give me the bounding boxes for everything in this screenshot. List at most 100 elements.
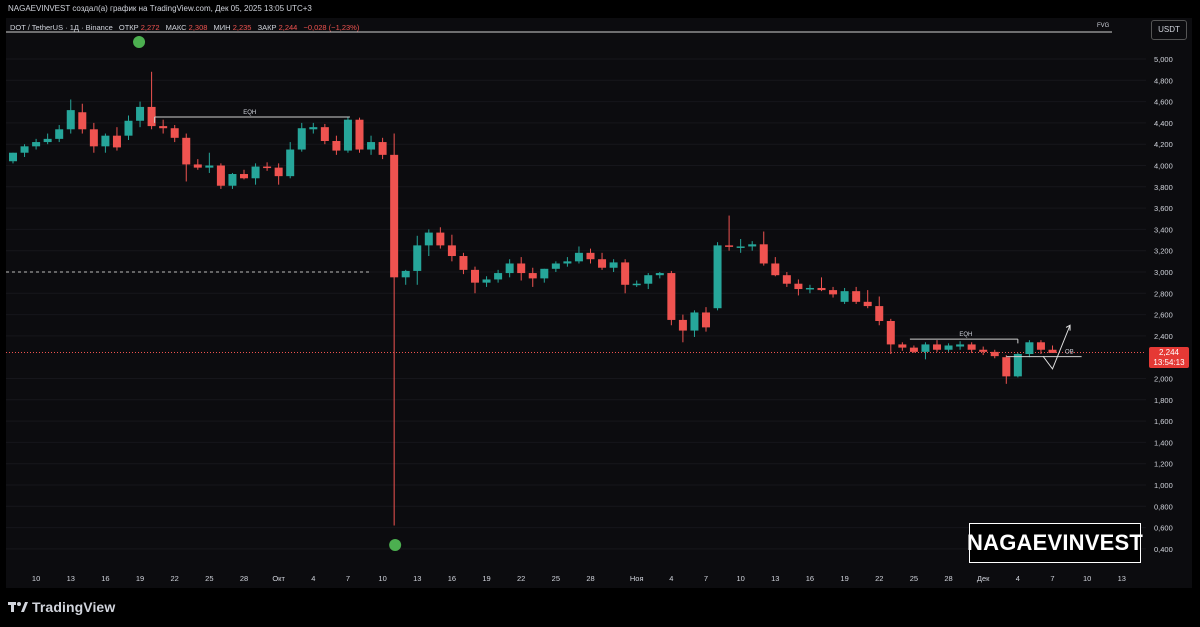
candle-body	[713, 245, 722, 309]
signal-dot-bottom	[389, 539, 402, 551]
candle-body	[205, 165, 214, 168]
open-value: 2,272	[141, 23, 160, 32]
close-value: 2,244	[279, 23, 298, 32]
low-label: МИН	[214, 23, 231, 32]
candle-body	[459, 256, 468, 270]
candle-body	[263, 166, 272, 169]
price-tick-label: 4,600	[1154, 98, 1173, 107]
time-tick-label: 10	[378, 574, 386, 583]
candle-body	[540, 268, 549, 279]
price-tick-label: 0,400	[1154, 545, 1173, 554]
time-tick-label: 7	[704, 574, 708, 583]
price-tick-label: 1,200	[1154, 460, 1173, 469]
price-tick-label: 4,800	[1154, 76, 1173, 85]
candle-body	[829, 290, 838, 295]
high-value: 2,308	[189, 23, 208, 32]
candle-body	[390, 154, 399, 278]
candle-body	[1048, 349, 1057, 353]
candle-body	[817, 287, 826, 291]
candle-body	[251, 166, 260, 179]
time-tick-label: 25	[205, 574, 213, 583]
candle-body	[20, 146, 29, 153]
candle-body	[193, 164, 202, 168]
candle-body	[956, 344, 965, 347]
annotations: EQH EQH OB FVG	[133, 23, 1110, 551]
candle-body	[898, 344, 907, 348]
price-tick-label: 2,600	[1154, 311, 1173, 320]
time-tick-label: Окт	[272, 574, 285, 583]
candle-body	[967, 344, 976, 350]
symbol-info-line[interactable]: DOT / TetherUS · 1Д · Binance ОТКР 2,272…	[10, 23, 360, 32]
time-tick-label: 4	[311, 574, 315, 583]
currency-selector[interactable]: USDT	[1151, 20, 1187, 40]
candle-body	[574, 252, 583, 262]
high-label: МАКС	[166, 23, 188, 32]
candle-body	[240, 174, 248, 179]
price-tick-label: 1,600	[1154, 417, 1173, 426]
time-tick-label: 4	[1016, 574, 1020, 583]
price-tick-label: 3,800	[1154, 183, 1173, 192]
projection-path	[1042, 325, 1071, 370]
time-tick-label: 7	[1050, 574, 1054, 583]
candle-body	[55, 129, 64, 139]
symbol-name: DOT / TetherUS · 1Д · Binance	[10, 23, 113, 32]
candle-body	[979, 349, 988, 352]
price-tick-label: 1,800	[1154, 396, 1173, 405]
candle-body	[528, 273, 537, 279]
candle-body	[424, 232, 433, 246]
candle-body	[355, 119, 364, 150]
candle-body	[309, 127, 318, 130]
author-watermark: NAGAEVINVEST	[967, 523, 1143, 563]
candle-body	[436, 232, 445, 246]
candles[interactable]	[9, 71, 1057, 526]
candle-body	[124, 120, 133, 136]
time-tick-label: 13	[771, 574, 779, 583]
price-tick-label: 1,000	[1154, 481, 1173, 490]
candle-body	[147, 106, 156, 127]
time-tick-label: 16	[806, 574, 814, 583]
ob-label: OB	[1065, 350, 1074, 356]
candle-body	[401, 270, 410, 278]
candle-body	[690, 312, 699, 331]
candle-body	[990, 351, 999, 357]
candle-body	[78, 112, 87, 130]
candle-body	[320, 127, 329, 142]
candle-body	[517, 263, 526, 274]
time-tick-label: 19	[136, 574, 144, 583]
candle-body	[286, 149, 295, 177]
candle-body	[182, 137, 191, 165]
time-tick-label: 13	[67, 574, 75, 583]
candle-body	[159, 126, 168, 129]
time-tick-label: 28	[586, 574, 594, 583]
candle-body	[343, 119, 352, 151]
price-tick-label: 2,400	[1154, 332, 1173, 341]
time-tick-label: 28	[240, 574, 248, 583]
candle-body	[1025, 342, 1034, 355]
candle-body	[447, 245, 456, 257]
price-tick-label: 3,200	[1154, 247, 1173, 256]
candle-body	[43, 138, 52, 143]
time-tick-label: 10	[1083, 574, 1091, 583]
price-tick-label: 4,200	[1154, 140, 1173, 149]
low-value: 2,235	[233, 23, 252, 32]
tradingview-logo[interactable]: TradingView	[8, 598, 115, 616]
symbol-legend[interactable]: DOT / TetherUS · 1Д · Binance ОТКР 2,272…	[10, 23, 360, 32]
candle-body	[875, 306, 884, 321]
candle-body	[921, 344, 930, 352]
candle-body	[852, 291, 861, 302]
time-tick-label: 4	[669, 574, 673, 583]
candle-body	[621, 262, 630, 285]
candle-body	[112, 135, 121, 148]
candle-body	[748, 244, 757, 247]
candle-body	[794, 283, 803, 290]
time-tick-label: 19	[482, 574, 490, 583]
candle-body	[66, 110, 75, 130]
candle-body	[933, 344, 941, 350]
price-tick-label: 2,800	[1154, 289, 1173, 298]
candle-body	[655, 273, 664, 276]
time-tick-label: 28	[944, 574, 952, 583]
candle-body	[586, 252, 595, 260]
time-tick-label: 19	[840, 574, 848, 583]
tradingview-brand-text: TradingView	[32, 599, 116, 615]
time-tick-label: 16	[448, 574, 456, 583]
